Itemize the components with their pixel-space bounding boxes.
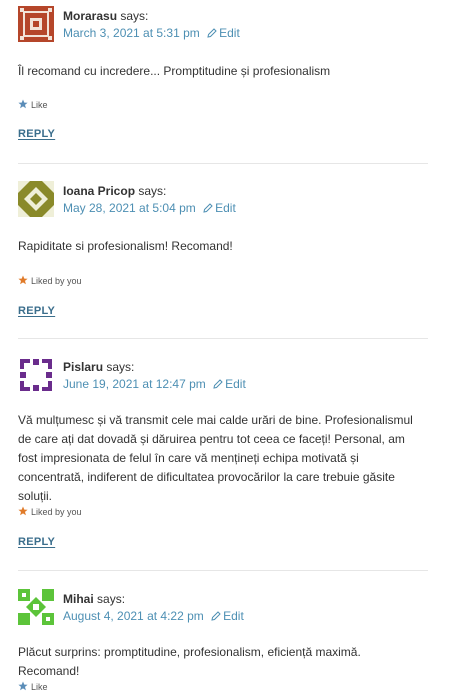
like-button[interactable]: Liked by you (18, 506, 82, 517)
comment-divider (18, 338, 428, 339)
comment-date-link[interactable]: June 19, 2021 at 12:47 pm (63, 377, 206, 391)
avatar[interactable] (18, 357, 54, 393)
comment-author[interactable]: Pislaru (63, 360, 103, 374)
reply-button[interactable]: REPLY (18, 305, 55, 317)
reply-button[interactable]: REPLY (18, 536, 55, 548)
author-line: Pislaru says: (63, 360, 134, 374)
says-label: says: (120, 9, 149, 23)
edit-link[interactable]: Edit (207, 26, 240, 40)
reply-button[interactable]: REPLY (18, 128, 55, 140)
comment-meta: May 28, 2021 at 5:04 pm Edit (63, 201, 236, 215)
comment-date-link[interactable]: August 4, 2021 at 4:22 pm (63, 609, 204, 623)
comment-divider (18, 570, 428, 571)
comment-meta: August 4, 2021 at 4:22 pm Edit (63, 609, 244, 623)
star-blue-icon (18, 99, 28, 109)
comment-text: Îl recomand cu incredere... Promptitudin… (18, 64, 331, 78)
edit-link[interactable]: Edit (203, 201, 236, 215)
edit-link[interactable]: Edit (211, 609, 244, 623)
author-line: Ioana Pricop says: (63, 184, 166, 198)
comment-text: Plăcut surprins: promptitudine, profesio… (18, 645, 361, 678)
author-line: Mihai says: (63, 592, 125, 606)
comment: Pislaru says: June 19, 2021 at 12:47 pm … (0, 357, 430, 557)
avatar[interactable] (18, 181, 54, 217)
comment-text: Vă mulțumesc și vă transmit cele mai cal… (18, 413, 413, 503)
like-button[interactable]: Liked by you (18, 275, 82, 286)
pencil-icon (211, 611, 221, 621)
comment-author[interactable]: Mihai (63, 592, 94, 606)
like-button[interactable]: Like (18, 681, 48, 692)
star-blue-icon (18, 681, 28, 691)
pencil-icon (203, 203, 213, 213)
like-label: Like (31, 100, 48, 110)
comment-divider (18, 163, 428, 164)
says-label: says: (97, 592, 126, 606)
avatar[interactable] (18, 6, 54, 42)
says-label: says: (138, 184, 167, 198)
avatar[interactable] (18, 589, 54, 625)
like-button[interactable]: Like (18, 99, 48, 110)
pencil-icon (207, 28, 217, 38)
comment: Mihai says: August 4, 2021 at 4:22 pm Ed… (0, 589, 430, 699)
edit-label: Edit (223, 609, 244, 623)
comment: Ioana Pricop says: May 28, 2021 at 5:04 … (0, 181, 430, 331)
comment-text: Rapiditate si profesionalism! Recomand! (18, 239, 233, 253)
comment-meta: June 19, 2021 at 12:47 pm Edit (63, 377, 246, 391)
comment-list: Morarasu says: March 3, 2021 at 5:31 pm … (0, 0, 453, 700)
star-orange-icon (18, 506, 28, 516)
comment-date-link[interactable]: March 3, 2021 at 5:31 pm (63, 26, 200, 40)
author-line: Morarasu says: (63, 9, 148, 23)
comment-meta: March 3, 2021 at 5:31 pm Edit (63, 26, 240, 40)
edit-label: Edit (219, 26, 240, 40)
edit-label: Edit (225, 377, 246, 391)
comment-author[interactable]: Ioana Pricop (63, 184, 135, 198)
like-label: Like (31, 682, 48, 692)
says-label: says: (106, 360, 135, 374)
comment: Morarasu says: March 3, 2021 at 5:31 pm … (0, 6, 430, 156)
comment-date-link[interactable]: May 28, 2021 at 5:04 pm (63, 201, 196, 215)
star-orange-icon (18, 275, 28, 285)
edit-label: Edit (215, 201, 236, 215)
like-label: Liked by you (31, 276, 82, 286)
edit-link[interactable]: Edit (213, 377, 246, 391)
like-label: Liked by you (31, 507, 82, 517)
comment-author[interactable]: Morarasu (63, 9, 117, 23)
pencil-icon (213, 379, 223, 389)
